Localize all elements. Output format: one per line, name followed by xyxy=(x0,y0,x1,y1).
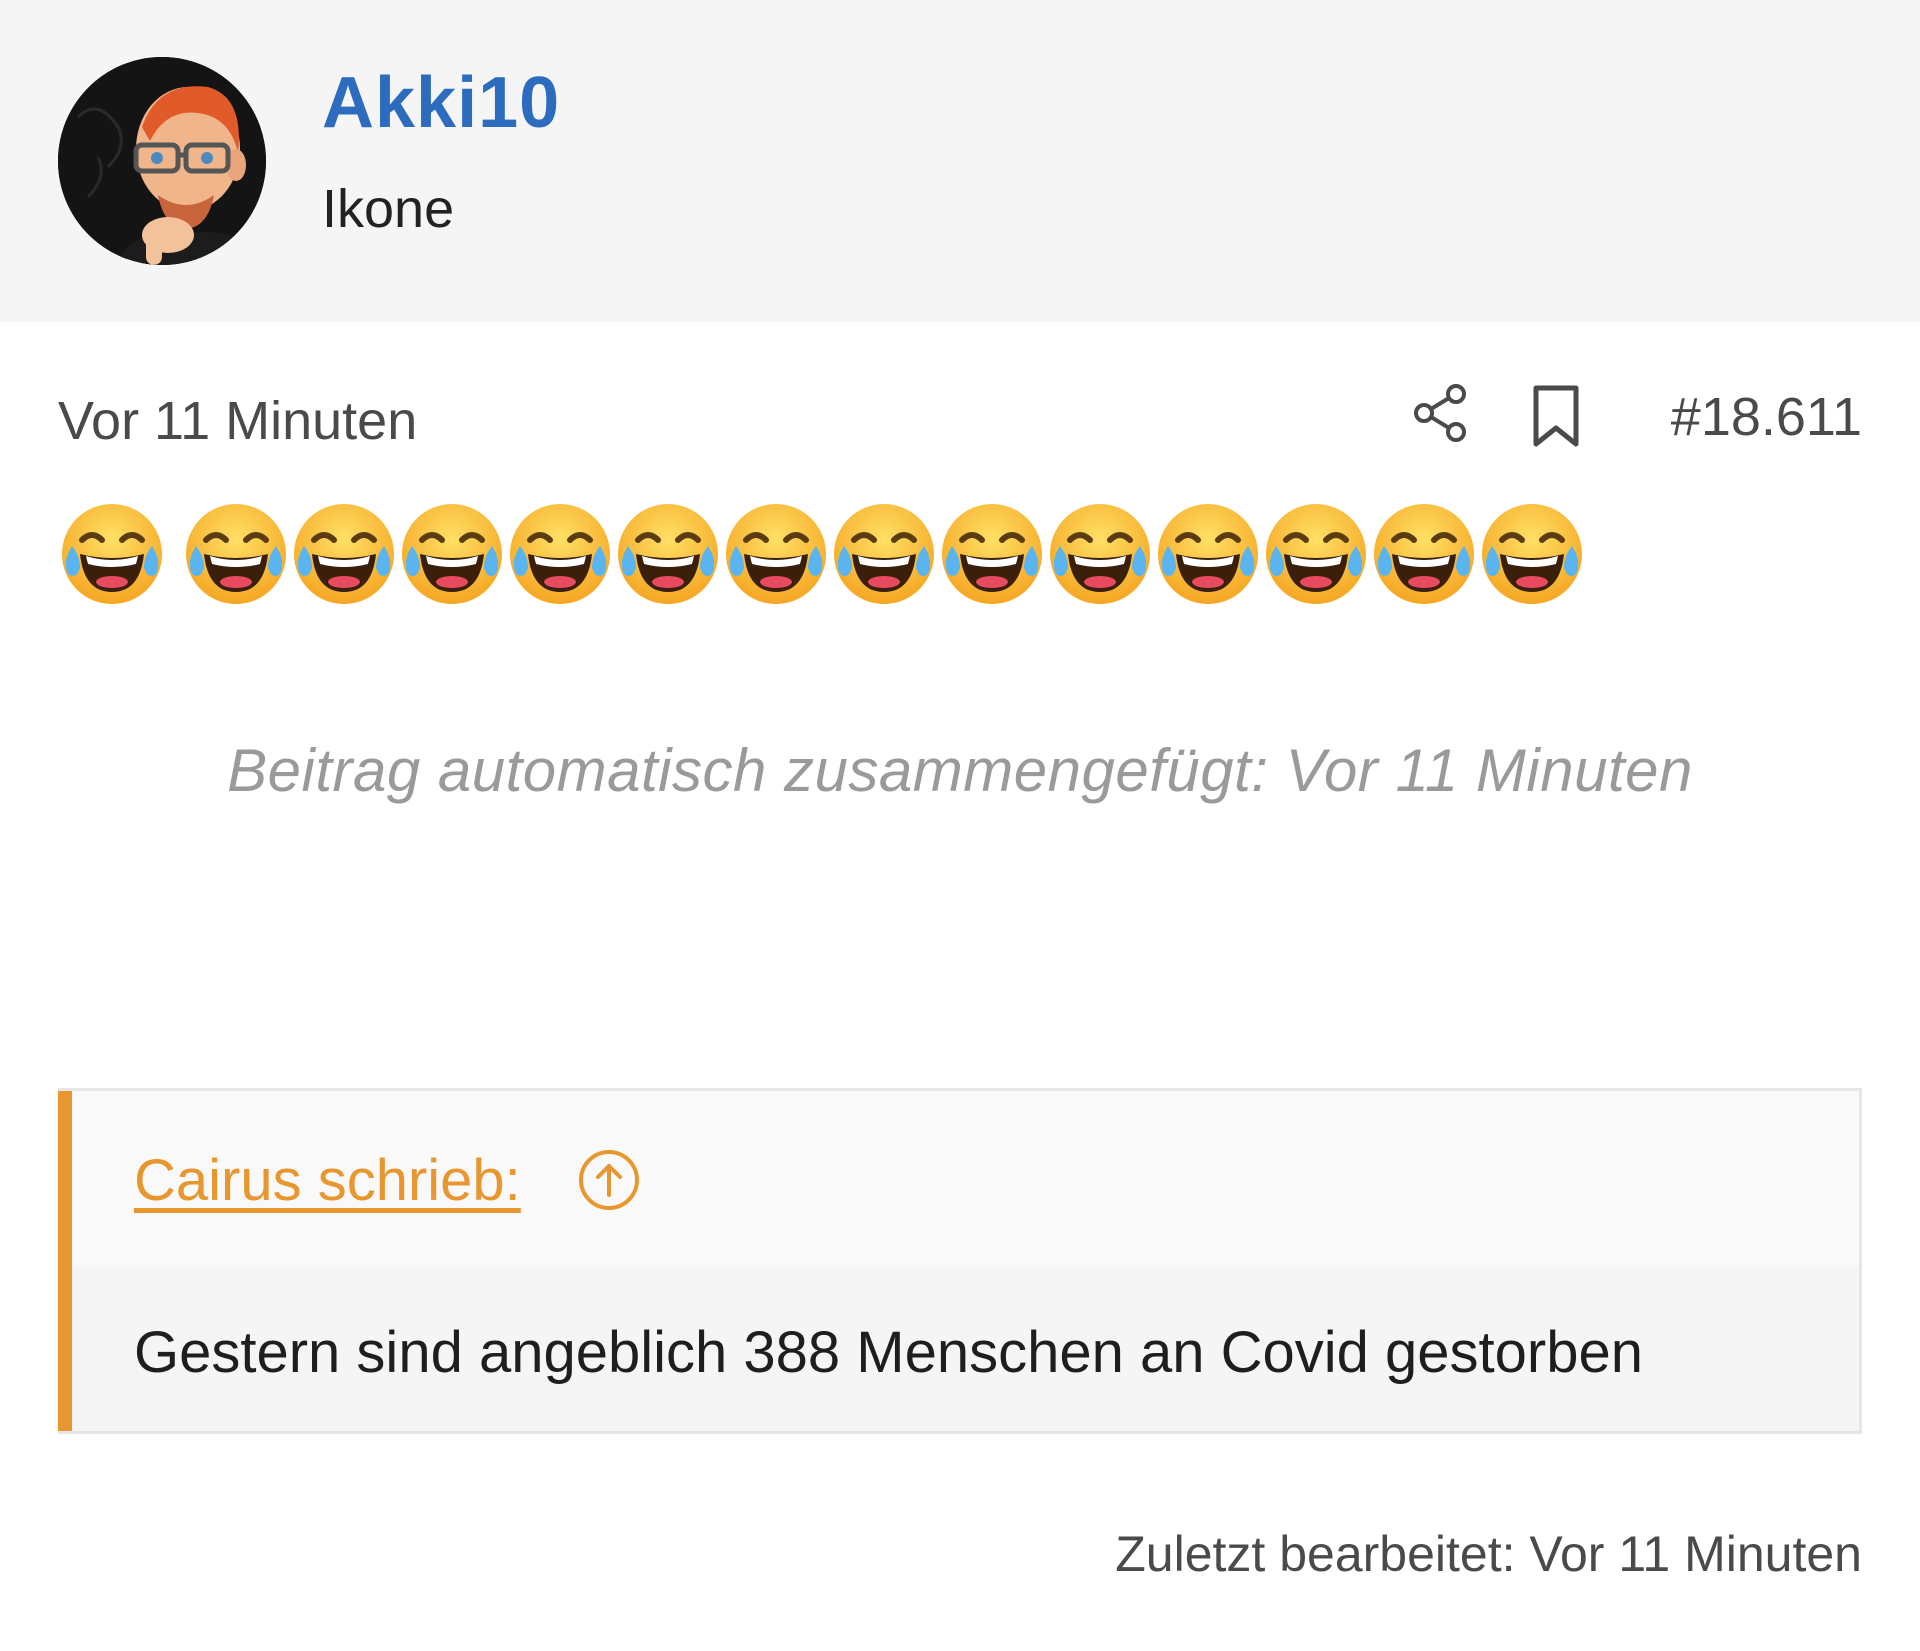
share-icon[interactable] xyxy=(1410,382,1472,444)
username-link[interactable]: Akki10 xyxy=(322,62,560,144)
quote-accent-bar xyxy=(58,1091,72,1431)
emoji-joy-icon xyxy=(182,500,290,608)
emoji-joy-icon xyxy=(1478,500,1586,608)
bookmark-icon[interactable] xyxy=(1530,384,1582,448)
last-edited-note: Zuletzt bearbeitet: Vor 11 Minuten xyxy=(1115,1526,1862,1582)
emoji-joy-icon xyxy=(830,500,938,608)
quote-author-link[interactable]: Cairus schrieb: xyxy=(134,1147,521,1214)
forum-post: Akki10 Ikone Vor 11 Minuten #18.611 Beit… xyxy=(0,0,1920,1651)
post-content-emoji-row xyxy=(58,500,1618,610)
post-author-header: Akki10 Ikone xyxy=(0,0,1920,322)
emoji-joy-icon xyxy=(1370,500,1478,608)
emoji-joy-icon xyxy=(938,500,1046,608)
emoji-joy-icon xyxy=(722,500,830,608)
quote-text: Gestern sind angeblich 388 Menschen an C… xyxy=(134,1320,1643,1385)
user-rank-title: Ikone xyxy=(322,179,455,239)
post-number-link[interactable]: #18.611 xyxy=(1671,386,1862,448)
emoji-joy-icon xyxy=(398,500,506,608)
emoji-joy-icon xyxy=(1046,500,1154,608)
emoji-joy-icon xyxy=(506,500,614,608)
quote-block: Cairus schrieb: Gestern sind angeblich 3… xyxy=(58,1088,1862,1434)
post-timestamp[interactable]: Vor 11 Minuten xyxy=(58,390,417,452)
emoji-joy-icon xyxy=(290,500,398,608)
arrow-up-circle-icon[interactable] xyxy=(576,1147,642,1213)
emoji-joy-icon xyxy=(614,500,722,608)
merge-notice: Beitrag automatisch zusammengefügt: Vor … xyxy=(227,737,1693,804)
emoji-joy-icon xyxy=(1262,500,1370,608)
emoji-joy-icon xyxy=(58,500,166,608)
avatar[interactable] xyxy=(58,57,266,265)
emoji-joy-icon xyxy=(1154,500,1262,608)
memoji-avatar-icon xyxy=(58,57,266,265)
